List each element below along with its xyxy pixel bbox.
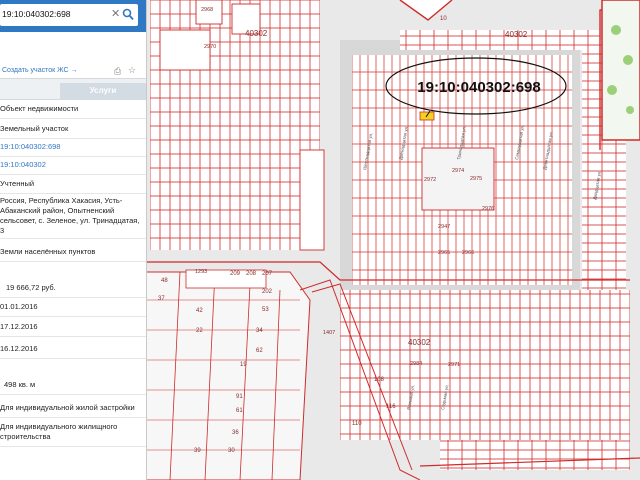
parcel-number-label: 108: [374, 377, 385, 383]
parcel-number-label: 37: [158, 296, 165, 302]
quarter-label: 40302: [505, 30, 528, 39]
star-icon[interactable]: ☆: [128, 65, 136, 76]
close-icon[interactable]: ✕: [111, 7, 120, 20]
parcel-number-label: 2975: [470, 176, 482, 182]
parcel-number-label: 22: [196, 328, 203, 334]
parcel-number-label: 34: [256, 328, 263, 334]
info-row: 19:10:040302:698: [0, 142, 146, 157]
parcel-number-label: 2947: [438, 224, 450, 230]
parcel-number-label: 42: [196, 308, 203, 314]
area-value: 498 кв. м: [4, 380, 36, 389]
info-row: 01.01.2016: [0, 302, 146, 317]
info-row: Россия, Республика Хакасия, Усть-Абаканс…: [0, 196, 146, 239]
land-category-value: Земли населённых пунктов: [0, 247, 96, 256]
parcel-number-label: 62: [256, 348, 263, 354]
parcel-number-label: 2984: [410, 361, 422, 367]
info-row: Для индивидуального жилищного строительс…: [0, 422, 146, 447]
parcel-number-label: 1293: [195, 269, 207, 275]
parcel-number-label: 202: [262, 289, 273, 295]
info-row: Учтенный: [0, 179, 146, 194]
object-type: Объект недвижимости: [0, 104, 79, 113]
date-value: 17.12.2016: [0, 322, 38, 331]
parcel-number-label: 48: [161, 278, 168, 284]
info-row: Земельный участок: [0, 124, 146, 139]
parcel-number-label: 2966: [462, 250, 474, 256]
search-input[interactable]: 19:10:040302:698: [2, 9, 71, 19]
info-row: 16.12.2016: [0, 344, 146, 359]
parcel-number-label: 1407: [323, 330, 335, 336]
parcel-number-label: 2965: [438, 250, 450, 256]
parcel-blocks-center: [340, 30, 626, 290]
permitted-use-value: Для индивидуальной жилой застройки: [0, 403, 135, 412]
parcel-number-label: 207: [262, 271, 273, 277]
info-row: 17.12.2016: [0, 322, 146, 337]
parcel-number-label: 53: [262, 307, 269, 313]
info-row: 19:10:040302: [0, 160, 146, 175]
cadastral-value: 19 666,72 руб.: [6, 283, 56, 292]
parcel-number-label: 2968: [201, 7, 213, 13]
parcel-number-label: 2972: [424, 177, 436, 183]
document-use-value: Для индивидуального жилищного строительс…: [0, 422, 118, 441]
parcel-number-label: 2971: [448, 362, 460, 368]
parcel-number-label: 39: [194, 448, 201, 454]
callout-label: 19:10:040302:698: [417, 79, 540, 96]
cadastral-quarter-link[interactable]: 19:10:040302: [0, 160, 46, 169]
status-value: Учтенный: [0, 179, 35, 188]
info-row: Объект недвижимости: [0, 104, 146, 119]
object-kind: Земельный участок: [0, 124, 69, 133]
info-row: 498 кв. м: [0, 380, 146, 395]
parcel-number-label: 61: [236, 408, 243, 414]
parcel-number-label: 2970: [204, 44, 216, 50]
info-row: 19 666,72 руб.: [0, 283, 146, 298]
search-bar: 19:10:040302:698 ✕: [0, 0, 146, 32]
address-value: Россия, Республика Хакасия, Усть-Абаканс…: [0, 196, 140, 235]
parcel-number-label: 208: [246, 271, 257, 277]
quarter-label: 40302: [245, 29, 268, 38]
parcel-number-label: 2974: [452, 168, 464, 174]
print-icon[interactable]: ⎙: [114, 66, 121, 77]
parcel-number-label: 110: [352, 421, 362, 427]
date-value: 01.01.2016: [0, 302, 38, 311]
parcel-number-label: 19: [240, 362, 247, 368]
info-row: Для индивидуальной жилой застройки: [0, 403, 146, 418]
search-box[interactable]: 19:10:040302:698 ✕: [0, 4, 138, 26]
parcel-number-label: 36: [232, 430, 239, 436]
parcel-number-label: 91: [236, 394, 243, 400]
date-value: 16.12.2016: [0, 344, 38, 353]
parcel-number-label: 30: [228, 448, 235, 454]
info-row: Земли населённых пунктов: [0, 247, 146, 262]
info-panel: 19:10:040302:698 ✕ Создать участок ЖС → …: [0, 0, 147, 480]
search-icon[interactable]: [122, 8, 134, 22]
parcel-number-label: 2976: [482, 206, 494, 212]
cadastral-number-link[interactable]: 19:10:040302:698: [0, 142, 60, 151]
parcel-number-label: 116: [386, 404, 396, 410]
parcel-number-label: 209: [230, 271, 241, 277]
quarter-label: 40302: [408, 338, 431, 347]
create-parcel-link[interactable]: Создать участок ЖС →: [2, 67, 78, 74]
parcel-blocks-west: [150, 0, 325, 251]
tab-services[interactable]: Услуги: [60, 83, 146, 100]
parcel-number-label: 10: [440, 16, 447, 22]
panel-tabs: Услуги: [0, 78, 146, 100]
